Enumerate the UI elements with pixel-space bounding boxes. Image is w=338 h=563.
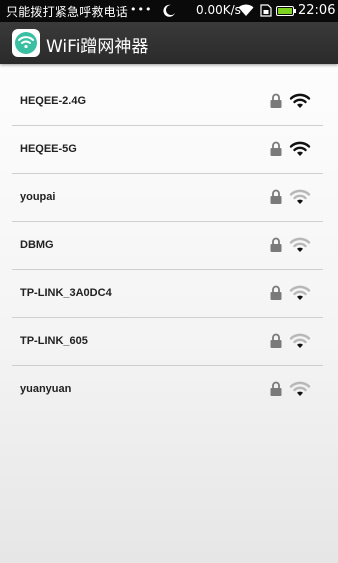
network-ssid: youpai (20, 191, 56, 203)
wifi-signal-icon (289, 333, 311, 348)
network-speed: 0.00K/s (196, 3, 241, 17)
carrier-status-text: 只能拨打紧急呼救电话 (6, 5, 129, 19)
network-ssid: HEQEE-2.4G (20, 95, 87, 107)
app-logo (12, 29, 40, 57)
network-ssid: yuanyuan (20, 383, 72, 395)
status-time: 22:06 (298, 3, 336, 18)
app-bar: WiFi蹭网神器 (0, 22, 338, 64)
lock-icon (270, 333, 282, 348)
wifi-network-row[interactable]: HEQEE-5G (12, 126, 323, 174)
status-bar: 只能拨打紧急呼救电话 ••• 0.00K/s 22:06 (0, 0, 338, 22)
wifi-network-row[interactable]: HEQEE-2.4G (12, 78, 323, 126)
network-ssid: HEQEE-5G (20, 143, 77, 155)
wifi-status-icon (238, 4, 254, 16)
wifi-signal-icon (289, 237, 311, 252)
lock-icon (270, 141, 282, 156)
moon-icon (163, 4, 175, 17)
sim-card-icon (260, 4, 272, 17)
wifi-signal-icon (289, 285, 311, 300)
wifi-signal-icon (289, 189, 311, 204)
lock-icon (270, 237, 282, 252)
wifi-logo-icon (18, 36, 34, 49)
wifi-network-row[interactable]: yuanyuan (12, 366, 323, 413)
wifi-network-row[interactable]: DBMG (12, 222, 323, 270)
network-ssid: DBMG (20, 239, 54, 251)
lock-icon (270, 285, 282, 300)
notification-dots: ••• (130, 3, 153, 16)
lock-icon (270, 381, 282, 396)
wifi-signal-icon (289, 381, 311, 396)
wifi-signal-icon (289, 141, 311, 156)
wifi-network-list: HEQEE-2.4G HEQEE-5G youpai DBMG TP-LINK_3A0D… (12, 78, 323, 413)
network-ssid: TP-LINK_605 (20, 335, 88, 347)
wifi-network-row[interactable]: youpai (12, 174, 323, 222)
wifi-signal-icon (289, 93, 311, 108)
battery-icon (276, 6, 296, 16)
wifi-network-row[interactable]: TP-LINK_3A0DC4 (12, 270, 323, 318)
network-ssid: TP-LINK_3A0DC4 (20, 287, 112, 299)
lock-icon (270, 93, 282, 108)
lock-icon (270, 189, 282, 204)
wifi-network-row[interactable]: TP-LINK_605 (12, 318, 323, 366)
app-title: WiFi蹭网神器 (46, 37, 149, 57)
